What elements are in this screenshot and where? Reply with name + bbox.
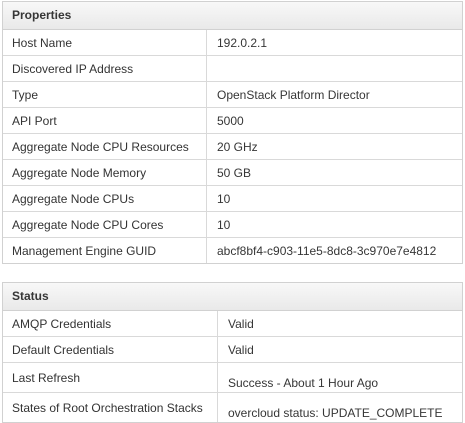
row-label: Host Name bbox=[3, 30, 207, 56]
row-label: Discovered IP Address bbox=[3, 55, 207, 82]
row-value: 10 bbox=[206, 185, 462, 212]
row-value: 50 GB bbox=[206, 159, 462, 186]
table-row: Discovered IP Address bbox=[3, 55, 462, 82]
status-table: AMQP Credentials Valid Default Credentia… bbox=[3, 311, 462, 422]
row-value: OpenStack Platform Director bbox=[206, 81, 462, 108]
row-label: Aggregate Node Memory bbox=[3, 159, 207, 186]
row-label: Aggregate Node CPU Resources bbox=[3, 133, 207, 160]
status-heading: Status bbox=[3, 283, 462, 311]
row-value: Valid bbox=[217, 336, 462, 363]
properties-table: Host Name 192.0.2.1 Discovered IP Addres… bbox=[3, 30, 462, 263]
table-row: States of Root Orchestration Stacks over… bbox=[3, 392, 462, 422]
table-row: Type OpenStack Platform Director bbox=[3, 81, 462, 108]
table-row: Aggregate Node Memory 50 GB bbox=[3, 159, 462, 186]
status-panel: Status AMQP Credentials Valid Default Cr… bbox=[2, 282, 463, 423]
row-label: Last Refresh bbox=[3, 362, 218, 393]
row-value: 10 bbox=[206, 211, 462, 238]
row-label: Type bbox=[3, 81, 207, 108]
table-row: Default Credentials Valid bbox=[3, 336, 462, 363]
table-row: Aggregate Node CPU Cores 10 bbox=[3, 211, 462, 238]
table-row: Last Refresh Success - About 1 Hour Ago bbox=[3, 362, 462, 393]
row-value: overcloud status: UPDATE_COMPLETE bbox=[228, 406, 443, 420]
row-value: 192.0.2.1 bbox=[206, 30, 462, 56]
row-label: AMQP Credentials bbox=[3, 311, 218, 337]
row-value bbox=[206, 55, 462, 82]
row-label: Aggregate Node CPUs bbox=[3, 185, 207, 212]
table-row: Management Engine GUID abcf8bf4-c903-11e… bbox=[3, 237, 462, 263]
row-value: Success - About 1 Hour Ago bbox=[217, 362, 462, 393]
table-row: Aggregate Node CPU Resources 20 GHz bbox=[3, 133, 462, 160]
row-label: States of Root Orchestration Stacks bbox=[3, 392, 218, 422]
row-value: Valid bbox=[217, 311, 462, 337]
table-row: Host Name 192.0.2.1 bbox=[3, 30, 462, 56]
row-value: 20 GHz bbox=[206, 133, 462, 160]
properties-heading: Properties bbox=[3, 2, 462, 30]
table-row: AMQP Credentials Valid bbox=[3, 311, 462, 337]
row-label: Management Engine GUID bbox=[3, 237, 207, 263]
row-label: Default Credentials bbox=[3, 336, 218, 363]
table-row: Aggregate Node CPUs 10 bbox=[3, 185, 462, 212]
properties-panel: Properties Host Name 192.0.2.1 Discovere… bbox=[2, 1, 463, 264]
row-value: 5000 bbox=[206, 107, 462, 134]
row-value: abcf8bf4-c903-11e5-8dc8-3c970e7e4812 bbox=[217, 243, 437, 258]
table-row: API Port 5000 bbox=[3, 107, 462, 134]
row-label: API Port bbox=[3, 107, 207, 134]
row-label: Aggregate Node CPU Cores bbox=[3, 211, 207, 238]
